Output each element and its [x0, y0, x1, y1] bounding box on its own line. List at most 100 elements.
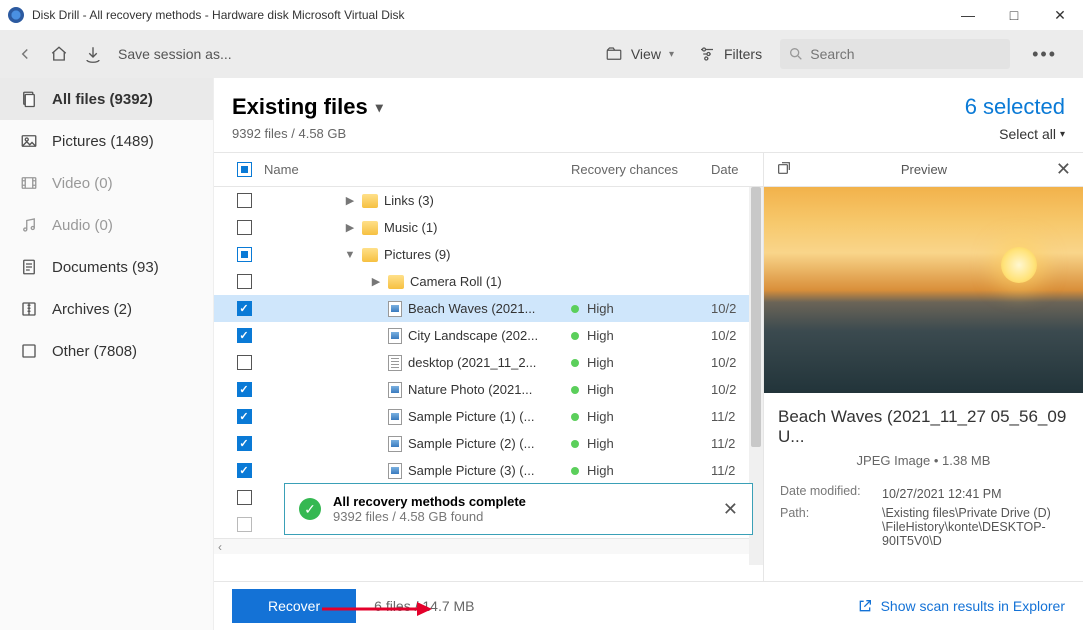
horizontal-scrollbar[interactable]: ‹›: [214, 538, 763, 554]
documents-icon: [20, 258, 38, 276]
search-box[interactable]: [780, 39, 1010, 69]
heading-subtitle: 9392 files / 4.58 GB: [232, 126, 383, 141]
window-controls: — □ ✕: [945, 0, 1083, 30]
sidebar-item-label: Pictures (1489): [52, 133, 154, 150]
toast-subtitle: 9392 files / 4.58 GB found: [333, 509, 711, 524]
path-label: Path:: [780, 506, 880, 548]
table-row[interactable]: Sample Picture (2) (...High11/2: [214, 430, 763, 457]
popout-icon[interactable]: [776, 160, 792, 179]
toolbar: Save session as... View ▾ Filters •••: [0, 30, 1083, 78]
minimize-button[interactable]: —: [945, 0, 991, 30]
sidebar-item-archives[interactable]: Archives (2): [0, 288, 213, 330]
table-row[interactable]: desktop (2021_11_2...High10/2: [214, 349, 763, 376]
search-icon: [788, 45, 804, 63]
row-checkbox[interactable]: [237, 490, 252, 505]
file-name: desktop (2021_11_2...: [408, 355, 536, 370]
expand-icon[interactable]: ▶: [344, 221, 356, 234]
sidebar-item-documents[interactable]: Documents (93): [0, 246, 213, 288]
video-icon: [20, 174, 38, 192]
files-icon: [20, 90, 38, 108]
row-checkbox[interactable]: [237, 517, 252, 532]
table-row[interactable]: ▼Pictures (9): [214, 241, 763, 268]
folder-icon: [362, 248, 378, 262]
completion-toast: ✓ All recovery methods complete 9392 fil…: [284, 483, 753, 535]
file-list: Name Recovery chances Date ▶Links (3)▶Mu…: [214, 153, 763, 581]
image-file-icon: [388, 328, 402, 344]
table-row[interactable]: Beach Waves (2021...High10/2: [214, 295, 763, 322]
view-label: View: [631, 46, 661, 62]
window-title: Disk Drill - All recovery methods - Hard…: [32, 8, 945, 22]
row-checkbox[interactable]: [237, 463, 252, 478]
status-dot-icon: [571, 386, 579, 394]
download-icon[interactable]: [84, 45, 102, 63]
sidebar-item-video[interactable]: Video (0): [0, 162, 213, 204]
column-recovery[interactable]: Recovery chances: [571, 162, 711, 177]
row-checkbox[interactable]: [237, 436, 252, 451]
file-name: Sample Picture (2) (...: [408, 436, 534, 451]
sidebar-item-label: Video (0): [52, 175, 113, 192]
toast-close-button[interactable]: ✕: [723, 499, 738, 520]
back-icon[interactable]: [16, 45, 34, 63]
footer-stats: 6 files / 14.7 MB: [374, 598, 474, 614]
recovery-chance: High: [587, 382, 614, 397]
table-row[interactable]: ▶Camera Roll (1): [214, 268, 763, 295]
home-icon[interactable]: [50, 45, 68, 63]
toast-title: All recovery methods complete: [333, 494, 711, 509]
row-checkbox[interactable]: [237, 274, 252, 289]
file-name: Beach Waves (2021...: [408, 301, 535, 316]
file-name: Music (1): [384, 220, 437, 235]
check-icon: ✓: [299, 498, 321, 520]
sidebar: All files (9392) Pictures (1489) Video (…: [0, 78, 214, 630]
row-checkbox[interactable]: [237, 355, 252, 370]
maximize-button[interactable]: □: [991, 0, 1037, 30]
sidebar-item-other[interactable]: Other (7808): [0, 330, 213, 372]
expand-icon[interactable]: ▶: [344, 194, 356, 207]
close-button[interactable]: ✕: [1037, 0, 1083, 30]
app-icon: [8, 7, 24, 23]
sidebar-item-all-files[interactable]: All files (9392): [0, 78, 213, 120]
content-heading[interactable]: Existing files ▾: [232, 94, 383, 120]
row-checkbox[interactable]: [237, 247, 252, 262]
heading-text: Existing files: [232, 94, 368, 120]
save-session-button[interactable]: Save session as...: [118, 46, 232, 62]
table-row[interactable]: ▶Links (3): [214, 187, 763, 214]
content: Existing files ▾ 9392 files / 4.58 GB 6 …: [214, 78, 1083, 630]
select-all-button[interactable]: Select all▾: [999, 126, 1065, 142]
search-input[interactable]: [810, 46, 1002, 62]
archives-icon: [20, 300, 38, 318]
filters-button[interactable]: Filters: [692, 41, 768, 67]
row-checkbox[interactable]: [237, 328, 252, 343]
row-checkbox[interactable]: [237, 301, 252, 316]
row-checkbox[interactable]: [237, 193, 252, 208]
recovery-chance: High: [587, 436, 614, 451]
table-row[interactable]: ▶ Music (1): [214, 214, 763, 241]
column-date[interactable]: Date: [711, 162, 763, 177]
show-in-explorer-link[interactable]: Show scan results in Explorer: [857, 598, 1065, 614]
recovery-chance: High: [587, 409, 614, 424]
recover-button[interactable]: Recover: [232, 589, 356, 623]
preview-filename: Beach Waves (2021_11_27 05_56_09 U...: [778, 407, 1069, 447]
more-button[interactable]: •••: [1022, 44, 1067, 65]
recovery-chance: High: [587, 301, 614, 316]
expand-icon[interactable]: ▶: [370, 275, 382, 288]
view-button[interactable]: View ▾: [599, 41, 680, 67]
row-checkbox[interactable]: [237, 382, 252, 397]
preview-close-button[interactable]: ✕: [1056, 159, 1071, 180]
sidebar-item-pictures[interactable]: Pictures (1489): [0, 120, 213, 162]
column-name[interactable]: Name: [264, 162, 571, 177]
selected-count: 6 selected: [965, 94, 1065, 120]
table-row[interactable]: City Landscape (202...High10/2: [214, 322, 763, 349]
image-file-icon: [388, 301, 402, 317]
row-checkbox[interactable]: [237, 220, 252, 235]
expand-icon[interactable]: ▼: [344, 249, 356, 261]
sidebar-item-audio[interactable]: Audio (0): [0, 204, 213, 246]
table-row[interactable]: Sample Picture (1) (...High11/2: [214, 403, 763, 430]
file-name: Sample Picture (3) (...: [408, 463, 534, 478]
table-row[interactable]: Sample Picture (3) (...High11/2: [214, 457, 763, 484]
select-all-checkbox[interactable]: [237, 162, 252, 177]
image-file-icon: [388, 436, 402, 452]
table-row[interactable]: Nature Photo (2021...High10/2: [214, 376, 763, 403]
row-checkbox[interactable]: [237, 409, 252, 424]
sidebar-item-label: Other (7808): [52, 343, 137, 360]
chevron-down-icon: ▾: [376, 99, 383, 116]
